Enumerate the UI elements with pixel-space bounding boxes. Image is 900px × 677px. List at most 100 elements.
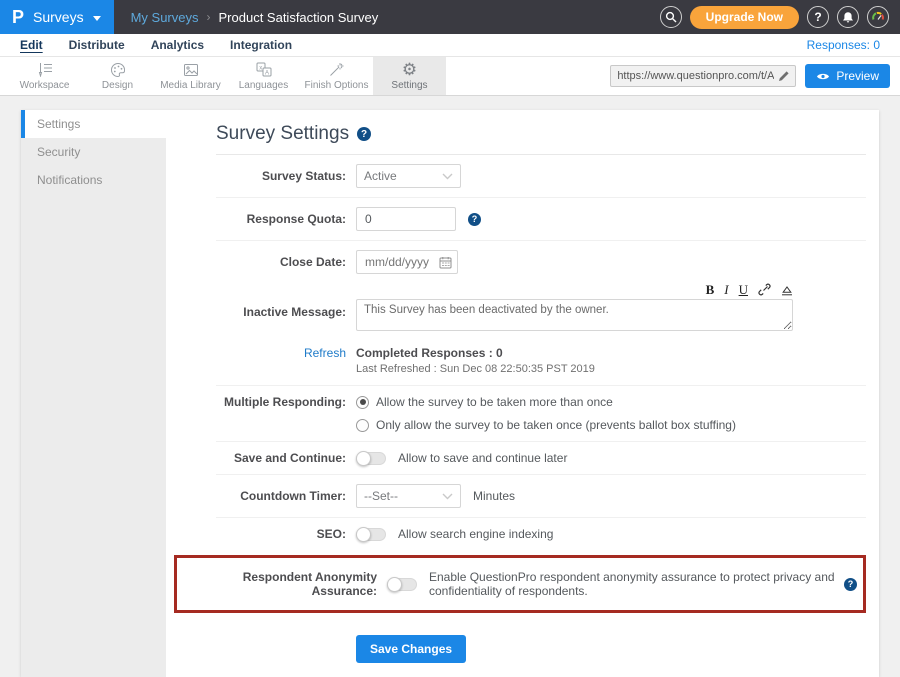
respondent-anonymity-toggle[interactable] [387,578,417,591]
countdown-timer-select[interactable]: --Set-- [356,484,461,508]
seo-toggle[interactable] [356,528,386,541]
survey-status-value: Active [364,169,397,183]
countdown-timer-suffix: Minutes [473,489,515,503]
radio-option-label: Allow the survey to be taken more than o… [376,395,613,409]
radio-button[interactable] [356,396,369,409]
top-bar: P Surveys My Surveys › Product Satisfact… [0,0,900,34]
last-refreshed-text: Last Refreshed : Sun Dec 08 22:50:35 PST… [356,363,595,375]
sidebar-item-settings[interactable]: Settings [21,110,166,138]
response-quota-label: Response Quota: [216,212,356,226]
sidebar-item-notifications[interactable]: Notifications [21,166,166,194]
eye-icon [816,72,830,81]
responses-count: Responses: 0 [807,38,880,52]
multiple-responding-options: Allow the survey to be taken more than o… [356,395,736,432]
sidebar-item-security[interactable]: Security [21,138,166,166]
tab-analytics[interactable]: Analytics [151,38,204,52]
tool-label: Languages [239,80,289,91]
toolbar-right: Preview [610,57,900,95]
bell-icon [842,11,854,24]
respondent-anonymity-label: Respondent Anonymity Assurance: [183,570,387,598]
seo-text: Allow search engine indexing [398,527,553,541]
countdown-timer-row: Countdown Timer: --Set-- Minutes [216,475,866,518]
help-icon[interactable]: ? [357,127,371,141]
tool-settings[interactable]: ⚙ Settings [373,57,446,95]
italic-button[interactable]: I [724,283,728,296]
save-row: Save Changes [216,623,866,663]
save-and-continue-row: Save and Continue: Allow to save and con… [216,442,866,475]
tool-label: Finish Options [305,80,369,91]
refresh-info: Completed Responses : 0 Last Refreshed :… [356,346,595,375]
radio-option-multiple: Allow the survey to be taken more than o… [356,395,736,409]
help-button[interactable]: ? [807,6,829,28]
page-title: Survey Settings ? [216,110,866,155]
account-score-button[interactable] [867,6,889,28]
multiple-responding-label: Multiple Responding: [216,395,356,409]
tool-label: Settings [391,80,427,91]
toggle-knob [387,577,402,592]
inactive-message-textarea[interactable]: This Survey has been deactivated by the … [356,299,793,331]
translate-icon: xA [256,62,272,78]
tool-label: Workspace [20,80,70,91]
surveys-product-menu[interactable]: P Surveys [0,0,114,34]
toggle-knob [356,527,371,542]
refresh-link[interactable]: Refresh [216,346,356,360]
palette-icon [110,62,126,78]
image-icon[interactable] [781,284,793,296]
survey-url-input[interactable] [617,70,774,82]
survey-status-select[interactable]: Active [356,164,461,188]
tab-edit[interactable]: Edit [20,38,43,52]
survey-status-row: Survey Status: Active [216,155,866,198]
help-icon[interactable]: ? [468,213,481,226]
breadcrumb: My Surveys › Product Satisfaction Survey [131,10,379,25]
tool-languages[interactable]: xA Languages [227,57,300,95]
gear-icon: ⚙ [402,62,417,78]
questionpro-logo-icon: P [12,8,24,26]
save-changes-button[interactable]: Save Changes [356,635,466,663]
save-and-continue-text: Allow to save and continue later [398,451,567,465]
survey-status-label: Survey Status: [216,169,356,183]
survey-url-box [610,65,796,87]
countdown-timer-value: --Set-- [364,489,398,503]
tool-label: Design [102,80,133,91]
calendar-icon[interactable] [439,256,452,269]
preview-button[interactable]: Preview [805,64,890,88]
page-body: Settings Security Notifications Survey S… [0,96,900,677]
chevron-down-icon [442,173,453,180]
save-and-continue-toggle[interactable] [356,452,386,465]
respondent-anonymity-text: Enable QuestionPro respondent anonymity … [429,570,836,598]
svg-text:A: A [265,70,269,76]
format-toolbar: B I U [356,283,793,296]
respondent-anonymity-row: Respondent Anonymity Assurance: Enable Q… [174,555,866,613]
breadcrumb-my-surveys[interactable]: My Surveys [131,10,199,25]
svg-text:x: x [259,65,262,71]
questionpro-app: P Surveys My Surveys › Product Satisfact… [0,0,900,632]
tool-workspace[interactable]: Workspace [8,57,81,95]
tab-distribute[interactable]: Distribute [69,38,125,52]
settings-content: Survey Settings ? Survey Status: Active [166,110,879,677]
link-icon[interactable] [758,283,771,296]
upgrade-now-button[interactable]: Upgrade Now [690,6,799,29]
edit-pencil-icon[interactable] [778,71,789,82]
save-and-continue-label: Save and Continue: [216,451,356,465]
tool-finish-options[interactable]: Finish Options [300,57,373,95]
response-quota-row: Response Quota: ? [216,198,866,241]
inactive-message-label: Inactive Message: [216,305,356,319]
tab-integration[interactable]: Integration [230,38,292,52]
bold-button[interactable]: B [706,283,715,296]
radio-button[interactable] [356,419,369,432]
response-quota-input[interactable] [356,207,456,231]
search-icon [665,11,677,23]
seo-row: SEO: Allow search engine indexing [216,518,866,550]
settings-card: Settings Security Notifications Survey S… [21,110,879,677]
tool-media-library[interactable]: Media Library [154,57,227,95]
notifications-button[interactable] [837,6,859,28]
inactive-message-row: Inactive Message: B I U [216,283,866,340]
search-button[interactable] [660,6,682,28]
help-icon[interactable]: ? [844,578,857,591]
underline-button[interactable]: U [739,283,748,296]
survey-nav: Edit Distribute Analytics Integration Re… [0,34,900,57]
tool-design[interactable]: Design [81,57,154,95]
chevron-down-icon [442,493,453,500]
close-date-row: Close Date: [216,241,866,283]
gauge-icon [871,10,885,24]
